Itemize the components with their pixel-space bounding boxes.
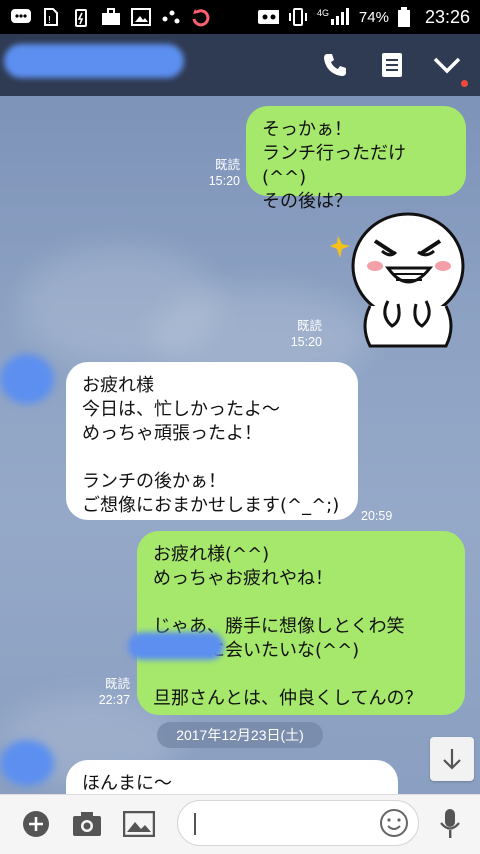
battery-charging-icon bbox=[70, 7, 92, 27]
their-message-bubble[interactable]: お疲れ様 今日は、忙しかったよ〜 めっちゃ頑張ったよ！ ランチの後かぁ！ ご想像… bbox=[66, 362, 358, 520]
microphone-icon bbox=[440, 809, 460, 838]
vibrate-icon bbox=[287, 7, 309, 27]
chat-bubble-icon bbox=[10, 7, 32, 27]
image-icon bbox=[130, 7, 152, 27]
camera-button[interactable] bbox=[69, 806, 105, 842]
chat-area[interactable]: 既読 15:20 そっかぁ！ ランチ行っただけ(^^) その後は？ 既読 15:… bbox=[0, 96, 480, 794]
emoji-button[interactable] bbox=[378, 807, 410, 843]
message-input-bar bbox=[0, 794, 480, 854]
message-meta: 既読 22:37 bbox=[86, 676, 130, 708]
my-message-bubble[interactable]: そっかぁ！ ランチ行っただけ(^^) その後は？ bbox=[246, 106, 466, 212]
text-caret bbox=[194, 813, 196, 835]
notification-dot bbox=[461, 80, 468, 87]
clock: 23:26 bbox=[424, 6, 470, 27]
dots-icon bbox=[160, 7, 182, 27]
status-bar: ! 4G 74% 23:26 bbox=[0, 0, 480, 34]
message-meta: 既読 15:20 bbox=[280, 318, 322, 350]
arrow-down-icon bbox=[443, 749, 461, 770]
chat-header bbox=[0, 34, 480, 96]
no-sim-icon: ! bbox=[40, 7, 62, 27]
voice-input-button[interactable] bbox=[432, 806, 468, 842]
battery-icon bbox=[397, 7, 411, 27]
cassette-icon bbox=[257, 7, 279, 27]
message-meta: 20:59 bbox=[361, 508, 401, 524]
chevron-down-icon bbox=[433, 57, 461, 74]
add-button[interactable] bbox=[18, 806, 54, 842]
read-receipt: 既読 bbox=[296, 319, 322, 333]
battery-percent: 74% bbox=[358, 8, 389, 26]
svg-text:!: ! bbox=[48, 15, 51, 26]
signal-icon: 4G bbox=[317, 7, 351, 27]
message-time: 22:37 bbox=[98, 693, 130, 707]
notes-button[interactable] bbox=[375, 48, 409, 82]
read-receipt: 既読 bbox=[104, 677, 130, 691]
message-time: 20:59 bbox=[361, 509, 393, 523]
image-icon bbox=[123, 811, 155, 837]
notes-icon bbox=[382, 53, 402, 77]
date-separator: 2017年12月23日(土) bbox=[157, 722, 323, 748]
camera-icon bbox=[73, 812, 101, 836]
avatar[interactable] bbox=[0, 354, 54, 404]
grinning-character-sticker-icon bbox=[330, 212, 465, 348]
their-message-bubble[interactable]: ほんまに〜 bbox=[66, 760, 398, 794]
message-input[interactable] bbox=[177, 800, 419, 846]
plus-icon bbox=[23, 811, 49, 837]
svg-text:4G: 4G bbox=[317, 8, 329, 18]
scroll-to-bottom-button[interactable] bbox=[430, 737, 474, 781]
smiley-icon bbox=[380, 809, 408, 837]
briefcase-icon bbox=[100, 7, 122, 27]
sync-icon bbox=[190, 7, 212, 27]
phone-call-button[interactable] bbox=[318, 48, 352, 82]
message-meta: 既読 15:20 bbox=[196, 157, 240, 189]
avatar[interactable] bbox=[0, 740, 54, 786]
photo-button[interactable] bbox=[121, 806, 157, 842]
read-receipt: 既読 bbox=[214, 158, 240, 172]
message-time: 15:20 bbox=[290, 335, 322, 349]
phone-icon bbox=[324, 54, 346, 76]
my-message-bubble[interactable]: お疲れ様(^^) めっちゃお疲れやね！ じゃあ、勝手に想像しとくわ笑 に会いたい… bbox=[137, 531, 465, 715]
menu-chevron-button[interactable] bbox=[430, 48, 464, 82]
redacted-name bbox=[128, 632, 224, 660]
message-time: 15:20 bbox=[208, 174, 240, 188]
sticker[interactable] bbox=[330, 206, 470, 356]
contact-name[interactable] bbox=[4, 44, 184, 78]
